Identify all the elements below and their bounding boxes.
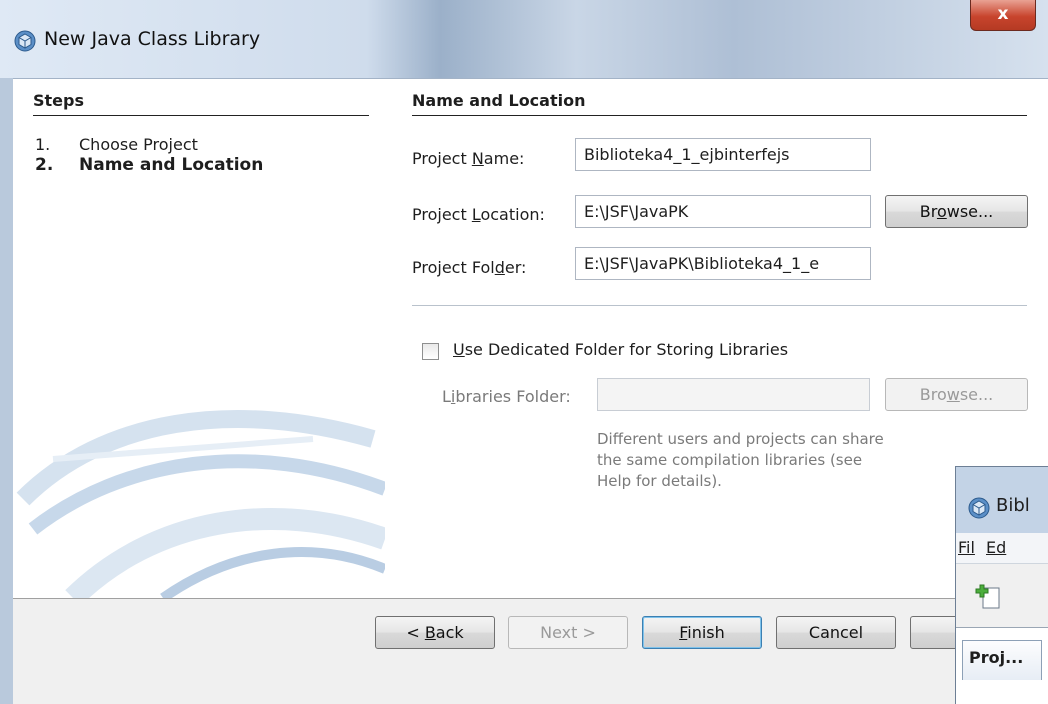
- dedicated-folder-label[interactable]: Use Dedicated Folder for Storing Librari…: [453, 340, 788, 359]
- cancel-button[interactable]: Cancel: [776, 616, 896, 649]
- panel-divider: [412, 115, 1027, 116]
- netbeans-cube-icon: [968, 497, 990, 519]
- steps-title: Steps: [33, 91, 84, 110]
- button-bar: < Back Next > Finish Cancel H: [13, 598, 1048, 704]
- project-name-input[interactable]: Biblioteka4_1_ejbinterfejs: [575, 138, 871, 171]
- step-number: 2.: [35, 155, 54, 175]
- project-location-label: Project Location:: [412, 205, 545, 224]
- new-java-class-library-dialog: New Java Class Library x Steps 1. Choose …: [0, 0, 1048, 704]
- netbeans-cube-icon: [14, 30, 36, 52]
- name-and-location-panel: Name and Location Project Name: Bibliote…: [385, 79, 1048, 598]
- decorative-swoosh-graphic: [16, 410, 385, 598]
- title-bar[interactable]: New Java Class Library x: [0, 0, 1048, 78]
- dedicated-folder-checkbox[interactable]: [422, 343, 439, 360]
- background-ide-window[interactable]: Bibl Fil Ed Proj...: [955, 466, 1048, 704]
- project-folder-field[interactable]: E:\JSF\JavaPK\Biblioteka4_1_e: [575, 247, 871, 280]
- menu-file[interactable]: Fil: [958, 538, 975, 557]
- libraries-help-text: Different users and projects can share t…: [597, 430, 884, 490]
- new-project-icon[interactable]: [974, 582, 1004, 612]
- step-choose-project: 1. Choose Project: [35, 135, 198, 154]
- step-number: 1.: [35, 135, 51, 154]
- finish-button[interactable]: Finish: [642, 616, 762, 649]
- browse-libraries-button[interactable]: Browse...: [885, 378, 1028, 411]
- step-label: Name and Location: [79, 155, 264, 175]
- next-button[interactable]: Next >: [508, 616, 628, 649]
- step-label: Choose Project: [79, 135, 198, 154]
- project-name-label: Project Name:: [412, 149, 525, 168]
- close-button[interactable]: x: [970, 0, 1036, 31]
- steps-divider: [33, 115, 369, 116]
- ide-toolbar: [956, 563, 1048, 628]
- panel-title: Name and Location: [412, 91, 586, 110]
- tab-projects[interactable]: Proj...: [962, 640, 1042, 680]
- libraries-folder-label: Libraries Folder:: [442, 387, 571, 406]
- steps-panel: Steps 1. Choose Project 2. Name and Locati…: [13, 79, 385, 598]
- ide-menu-bar: Fil Ed: [956, 533, 1048, 563]
- project-location-input[interactable]: E:\JSF\JavaPK: [575, 195, 871, 228]
- window-title: New Java Class Library: [44, 28, 261, 50]
- back-button[interactable]: < Back: [375, 616, 495, 649]
- project-folder-label: Project Folder:: [412, 258, 527, 277]
- menu-edit[interactable]: Ed: [986, 538, 1006, 557]
- ide-window-title: Bibl: [996, 495, 1030, 516]
- libraries-folder-input[interactable]: [597, 378, 870, 411]
- browse-location-button[interactable]: Browse...: [885, 195, 1028, 228]
- ide-tab-area: Proj...: [956, 627, 1048, 704]
- section-separator: [412, 305, 1027, 306]
- step-name-and-location: 2. Name and Location: [35, 155, 263, 175]
